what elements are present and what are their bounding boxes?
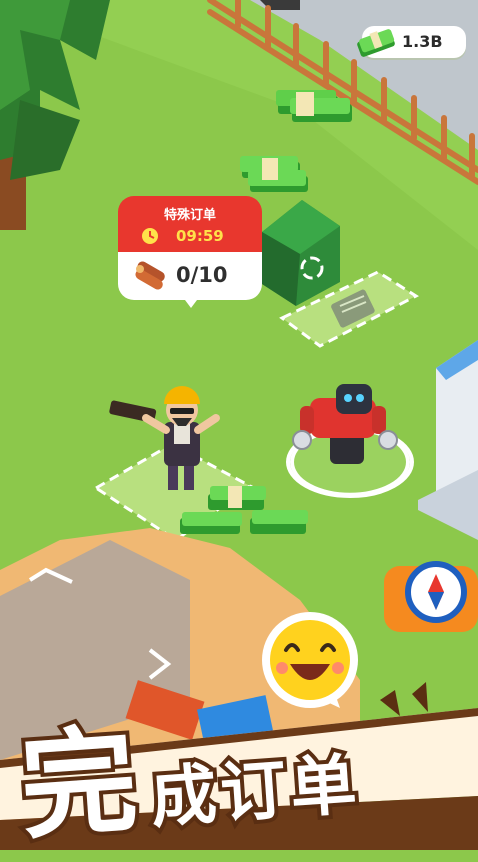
money-counter: 1.3B [357, 26, 466, 58]
cash-stack-icon [357, 29, 395, 57]
bubble-tail [182, 296, 200, 308]
order-timer-value: 09:59 [176, 227, 224, 245]
cash-stack-icon[interactable] [240, 156, 308, 192]
money-value: 1.3B [402, 32, 443, 51]
compass-button[interactable] [384, 561, 478, 632]
smiley-emoji-icon [262, 612, 358, 708]
banner-title-rest: 成订单 [144, 742, 367, 841]
order-header: 特殊订单 09:59 [118, 196, 262, 252]
special-order-bubble[interactable]: 特殊订单 09:59 0/10 [118, 196, 262, 308]
logs-icon [135, 261, 165, 290]
order-progress: 0/10 [176, 263, 228, 287]
order-timer: 09:59 [140, 226, 244, 246]
order-title: 特殊订单 [163, 208, 216, 223]
banner-title-big: 完 [12, 709, 145, 860]
order-body: 0/10 [118, 252, 262, 300]
clock-icon [142, 228, 158, 244]
